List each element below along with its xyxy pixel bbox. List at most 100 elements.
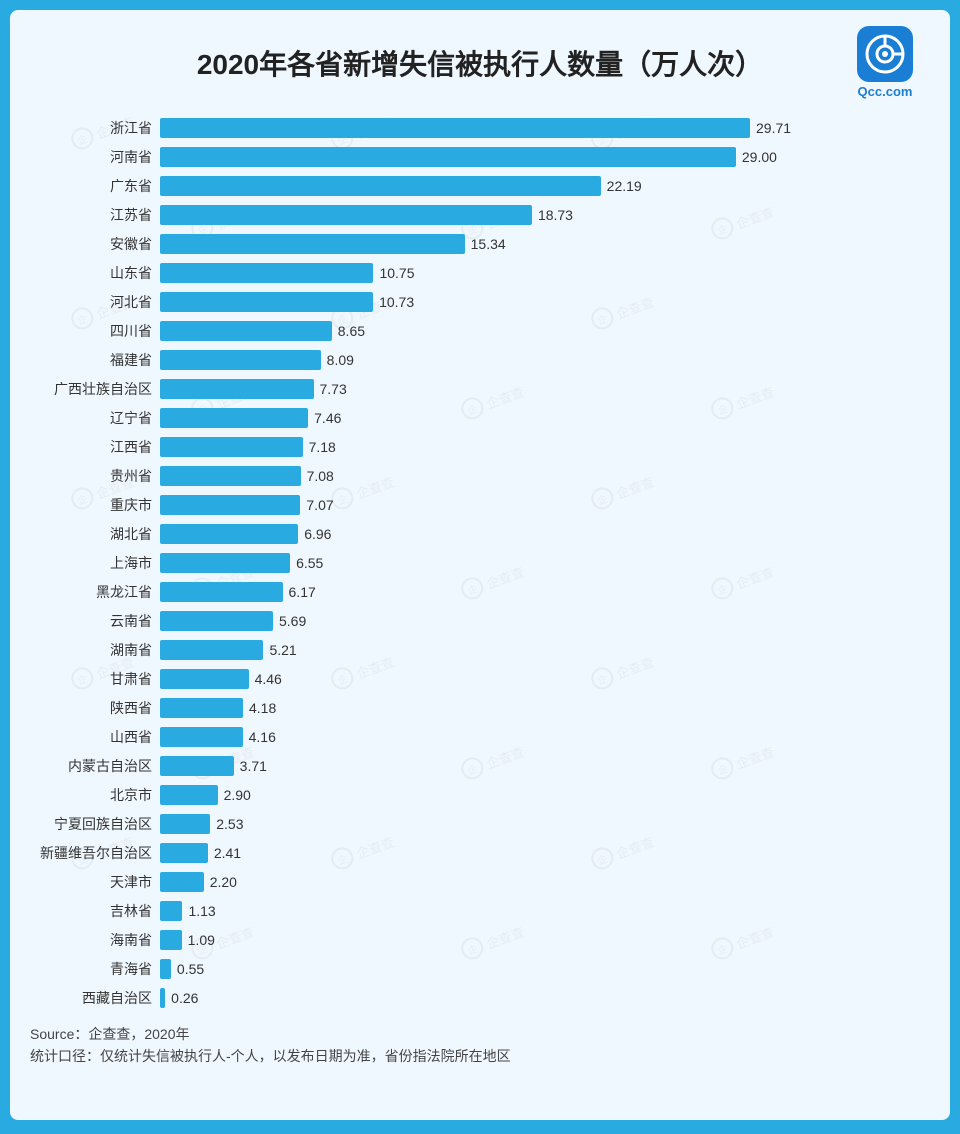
bar-label: 天津市 xyxy=(30,872,160,892)
bar-row: 安徽省 15.34 xyxy=(30,231,930,257)
bar-value-label: 6.96 xyxy=(304,526,331,542)
bar-label: 陕西省 xyxy=(30,698,160,718)
bar-row: 河北省 10.73 xyxy=(30,289,930,315)
bar-value-label: 2.53 xyxy=(216,816,243,832)
bar-label: 甘肃省 xyxy=(30,669,160,689)
bar-row: 北京市2.90 xyxy=(30,782,930,808)
bar-row: 吉林省1.13 xyxy=(30,898,930,924)
bar-label: 贵州省 xyxy=(30,466,160,486)
bar-container: 6.55 xyxy=(160,552,930,574)
bar-container: 7.07 xyxy=(160,494,930,516)
bar-label: 四川省 xyxy=(30,321,160,341)
bar-fill xyxy=(160,176,601,196)
bar-label: 河南省 xyxy=(30,147,160,167)
bar-container: 2.90 xyxy=(160,784,930,806)
bar-row: 宁夏回族自治区2.53 xyxy=(30,811,930,837)
bar-label: 云南省 xyxy=(30,611,160,631)
bar-label: 福建省 xyxy=(30,350,160,370)
bar-fill xyxy=(160,814,210,834)
bar-fill xyxy=(160,495,300,515)
bar-container: 8.09 xyxy=(160,349,930,371)
bar-row: 江西省7.18 xyxy=(30,434,930,460)
bar-row: 辽宁省7.46 xyxy=(30,405,930,431)
bar-value-label: 0.26 xyxy=(171,990,198,1006)
bar-fill xyxy=(160,553,290,573)
bar-row: 黑龙江省6.17 xyxy=(30,579,930,605)
bar-value-label: 10.73 xyxy=(379,294,414,310)
bar-fill xyxy=(160,756,234,776)
bar-row: 福建省8.09 xyxy=(30,347,930,373)
bar-row: 内蒙古自治区3.71 xyxy=(30,753,930,779)
bar-value-label: 7.18 xyxy=(309,439,336,455)
bar-container: 29.71 xyxy=(160,117,930,139)
note-text: 统计口径：仅统计失信被执行人-个人，以发布日期为准，省份指法院所在地区 xyxy=(30,1045,930,1067)
bar-fill xyxy=(160,234,465,254)
bar-fill xyxy=(160,437,303,457)
bar-value-label: 4.46 xyxy=(255,671,282,687)
bar-fill xyxy=(160,524,298,544)
bar-row: 浙江省29.71 xyxy=(30,115,930,141)
bar-row: 天津市2.20 xyxy=(30,869,930,895)
bar-fill xyxy=(160,669,249,689)
bar-label: 安徽省 xyxy=(30,234,160,254)
bar-row: 河南省29.00 xyxy=(30,144,930,170)
bar-fill xyxy=(160,843,208,863)
chart-title: 2020年各省新增失信被执行人数量（万人次） xyxy=(120,43,840,83)
bar-fill xyxy=(160,698,243,718)
bar-label: 西藏自治区 xyxy=(30,988,160,1008)
bar-value-label: 5.21 xyxy=(269,642,296,658)
bar-container: 4.46 xyxy=(160,668,930,690)
logo-text: Qcc.com xyxy=(858,84,913,99)
source-text: Source：企查查，2020年 xyxy=(30,1023,930,1045)
bar-label: 上海市 xyxy=(30,553,160,573)
bar-value-label: 15.34 xyxy=(471,236,506,252)
bar-fill xyxy=(160,640,263,660)
bar-value-label: 7.08 xyxy=(307,468,334,484)
bar-container: 7.46 xyxy=(160,407,930,429)
bar-row: 山东省10.75 xyxy=(30,260,930,286)
bar-row: 山西省4.16 xyxy=(30,724,930,750)
bar-fill xyxy=(160,611,273,631)
bar-value-label: 5.69 xyxy=(279,613,306,629)
bar-label: 青海省 xyxy=(30,959,160,979)
bar-fill xyxy=(160,379,314,399)
bar-label: 浙江省 xyxy=(30,118,160,138)
bar-container: 3.71 xyxy=(160,755,930,777)
bar-row: 甘肃省 4.46 xyxy=(30,666,930,692)
bar-row: 四川省8.65 xyxy=(30,318,930,344)
bar-row: 海南省1.09 xyxy=(30,927,930,953)
bar-fill xyxy=(160,988,165,1008)
bar-value-label: 7.73 xyxy=(320,381,347,397)
bar-label: 辽宁省 xyxy=(30,408,160,428)
bar-container: 22.19 xyxy=(160,175,930,197)
bar-value-label: 6.17 xyxy=(289,584,316,600)
bar-row: 湖北省6.96 xyxy=(30,521,930,547)
bar-row: 重庆市7.07 xyxy=(30,492,930,518)
bar-row: 西藏自治区 0.26 xyxy=(30,985,930,1011)
bar-label: 广东省 xyxy=(30,176,160,196)
bar-container: 5.21 xyxy=(160,639,930,661)
bar-row: 江苏省18.73 xyxy=(30,202,930,228)
bar-fill xyxy=(160,205,532,225)
bar-fill xyxy=(160,959,171,979)
bar-label: 重庆市 xyxy=(30,495,160,515)
bar-value-label: 10.75 xyxy=(379,265,414,281)
bar-value-label: 2.90 xyxy=(224,787,251,803)
bar-fill xyxy=(160,785,218,805)
bar-row: 广西壮族自治区7.73 xyxy=(30,376,930,402)
bar-label: 河北省 xyxy=(30,292,160,312)
bar-container: 6.96 xyxy=(160,523,930,545)
bar-fill xyxy=(160,263,373,283)
bar-container: 1.09 xyxy=(160,929,930,951)
chart-card: 2020年各省新增失信被执行人数量（万人次） Qcc.com 企企查查 企企查查… xyxy=(10,10,950,1120)
bar-container: 15.34 xyxy=(160,233,930,255)
bar-container: 1.13 xyxy=(160,900,930,922)
bar-row: 陕西省4.18 xyxy=(30,695,930,721)
chart-header: 2020年各省新增失信被执行人数量（万人次） Qcc.com xyxy=(30,26,930,99)
bar-fill xyxy=(160,930,182,950)
bar-label: 山西省 xyxy=(30,727,160,747)
logo: Qcc.com xyxy=(840,26,930,99)
bar-container: 29.00 xyxy=(160,146,930,168)
bar-container: 0.26 xyxy=(160,987,930,1009)
bar-container: 2.41 xyxy=(160,842,930,864)
